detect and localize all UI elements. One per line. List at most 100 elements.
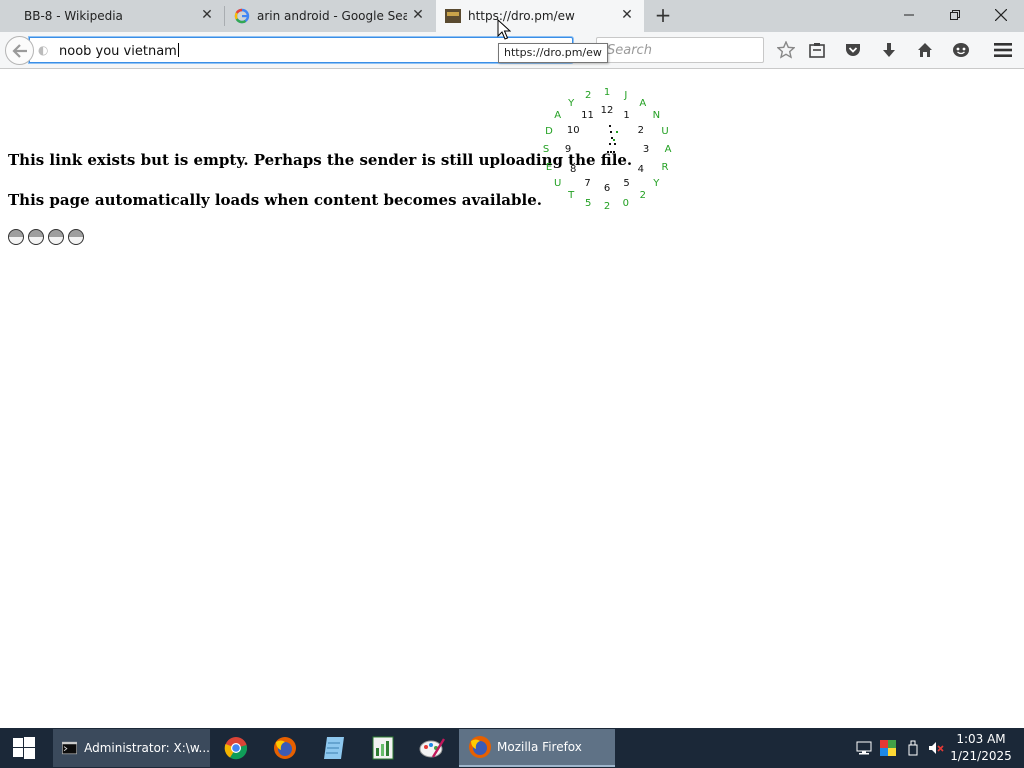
paint-icon <box>419 738 445 758</box>
url-input-text[interactable]: noob you vietnam <box>59 43 179 59</box>
hello-chat-icon[interactable] <box>951 40 971 60</box>
close-tab-icon[interactable]: ✕ <box>411 8 425 22</box>
clock-dial-number: 1 <box>623 110 630 122</box>
google-icon <box>234 8 250 24</box>
loading-dot <box>48 229 64 245</box>
autoload-message: This page automatically loads when conte… <box>8 191 542 209</box>
home-icon[interactable] <box>915 40 935 60</box>
firefox-icon <box>274 737 296 759</box>
search-box[interactable]: Search <box>596 37 764 63</box>
display-color-icon[interactable] <box>880 740 896 756</box>
taskbar-item-paint[interactable] <box>418 728 446 768</box>
windows-taskbar: Administrator: X:\w... Mozilla Firefox 1… <box>0 728 1024 768</box>
clock-date-letter: E <box>545 161 553 173</box>
clock-date: 1/21/2025 <box>950 749 1012 763</box>
clock-dial-number: 8 <box>570 163 577 175</box>
clock-dial-number: 10 <box>566 124 580 136</box>
close-tab-icon[interactable]: ✕ <box>620 8 634 22</box>
close-icon <box>995 9 1007 21</box>
usb-device-icon[interactable] <box>905 740 921 756</box>
page-content: This link exists but is empty. Perhaps t… <box>0 70 1024 728</box>
clock-dial-number: 6 <box>603 183 611 194</box>
clock-date-letter: 0 <box>622 198 630 210</box>
clock-dial-number: 12 <box>600 105 614 116</box>
menu-hamburger-icon[interactable] <box>993 40 1013 60</box>
clock-date-letter: 1 <box>603 87 611 98</box>
dro-pm-favicon-icon <box>445 9 461 23</box>
clock-date-letter: A <box>554 110 562 122</box>
windows-logo-icon <box>13 737 35 759</box>
page-identity-icon[interactable]: ◐ <box>38 43 52 57</box>
new-tab-plus-icon[interactable]: + <box>652 5 674 27</box>
tab-dro-pm[interactable]: https://dro.pm/ew ✕ <box>436 0 644 32</box>
clock-date-letter: S <box>542 144 550 155</box>
loading-indicator <box>8 229 84 245</box>
loading-dot <box>28 229 44 245</box>
clock-date-letter: A <box>639 97 647 109</box>
taskbar-item-firefox-window[interactable]: Mozilla Firefox <box>459 729 615 767</box>
back-button[interactable] <box>5 36 34 65</box>
minimize-button[interactable] <box>886 0 932 30</box>
taskbar-item-notepad[interactable] <box>320 728 348 768</box>
clock-date-letter: Y <box>653 177 660 189</box>
pocket-icon[interactable] <box>843 40 863 60</box>
tab-title: BB-8 - Wikipedia <box>24 9 123 23</box>
system-clock[interactable]: 1:03 AM 1/21/2025 <box>950 731 1012 765</box>
loading-dot <box>68 229 84 245</box>
downloads-icon[interactable] <box>879 40 899 60</box>
taskbar-item-label: Administrator: X:\w... <box>84 741 210 755</box>
tab-arin-android[interactable]: arin android - Google Sear... ✕ <box>225 0 435 32</box>
clock-date-letter: D <box>545 126 553 138</box>
clock-date-letter: U <box>661 126 669 138</box>
tab-strip: BB-8 - Wikipedia ✕ arin android - Google… <box>0 0 1024 32</box>
library-icon[interactable] <box>807 40 827 60</box>
clock-dial-number: 9 <box>564 144 572 155</box>
clock-date-letter: N <box>652 110 661 122</box>
text-caret <box>177 43 179 57</box>
clock-dial-number: 3 <box>642 144 650 155</box>
clock-dial-number: 4 <box>637 163 644 175</box>
tab-title: https://dro.pm/ew <box>468 9 575 23</box>
clock-dial-number: 2 <box>637 124 644 136</box>
clock-dial-number: 11 <box>581 110 594 122</box>
mouse-cursor-icon <box>497 19 511 40</box>
back-arrow-icon <box>11 43 27 58</box>
link-tooltip: https://dro.pm/ew <box>498 43 608 63</box>
clock-date-letter: 5 <box>584 198 592 210</box>
clock-date-letter: Y <box>568 97 575 109</box>
taskbar-item-label: Mozilla Firefox <box>497 740 582 754</box>
network-icon[interactable] <box>856 740 872 756</box>
clock-dial-number: 7 <box>584 177 591 189</box>
clock-date-letter: R <box>661 161 669 173</box>
bookmark-star-icon[interactable] <box>776 40 796 60</box>
clock-date-letter: T <box>568 190 575 202</box>
chrome-icon <box>224 737 248 760</box>
start-button[interactable] <box>0 728 48 768</box>
taskbar-item-chrome[interactable] <box>222 728 250 768</box>
close-tab-icon[interactable]: ✕ <box>200 8 214 22</box>
clock-date-letter: 2 <box>603 201 611 212</box>
loading-dot <box>8 229 24 245</box>
clock-date-letter: 2 <box>584 89 592 101</box>
restore-button[interactable] <box>932 0 978 30</box>
taskbar-item-spreadsheet[interactable] <box>369 728 397 768</box>
clock-time: 1:03 AM <box>956 732 1006 746</box>
close-window-button[interactable] <box>978 0 1024 30</box>
firefox-icon <box>469 736 491 758</box>
tab-title: arin android - Google Sear... <box>257 9 407 23</box>
volume-muted-icon[interactable] <box>928 740 944 756</box>
tab-bb8-wikipedia[interactable]: BB-8 - Wikipedia ✕ <box>0 0 224 32</box>
notepad-icon <box>324 737 344 759</box>
spreadsheet-icon <box>372 736 394 760</box>
clock-date-letter: A <box>664 144 672 155</box>
clock-date-letter: U <box>553 177 562 189</box>
url-bar[interactable]: ◐ noob you vietnam <box>29 37 573 63</box>
clock-date-letter: 2 <box>639 190 647 202</box>
animated-clock-widget: 12 1 2 3 4 5 6 7 8 9 10 11 J A N U A R Y 2 0 2 5 T U E S D A Y 2 1 <box>530 88 680 228</box>
minimize-icon <box>904 14 914 16</box>
taskbar-item-terminal[interactable]: Administrator: X:\w... <box>53 729 210 767</box>
taskbar-item-firefox[interactable] <box>271 728 299 768</box>
terminal-icon <box>62 741 78 755</box>
restore-icon <box>950 10 960 20</box>
clock-dial-number: 5 <box>623 177 630 189</box>
